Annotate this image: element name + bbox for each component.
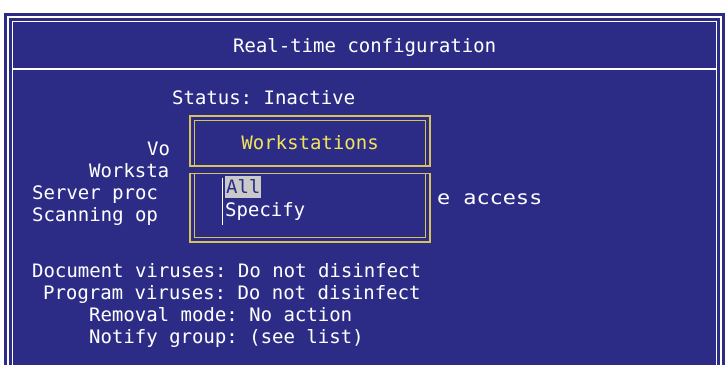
option-all[interactable]: All: [225, 176, 262, 198]
popup-title: Workstations: [241, 132, 379, 154]
option-specify[interactable]: Specify: [225, 199, 305, 221]
workstations-field[interactable]: Worksta: [89, 160, 169, 182]
removal-mode-field[interactable]: Removal mode: No action: [89, 304, 352, 326]
option-specify-label[interactable]: Specify: [225, 199, 305, 221]
dos-screen: Real-time configuration Status: Inactive…: [0, 0, 728, 369]
popup-list-cursor-bar: [222, 178, 223, 225]
workstations-popup: Workstations All Specify: [189, 115, 431, 243]
program-viruses-field[interactable]: Program viruses: Do not disinfect: [43, 282, 421, 304]
scanning-options-field[interactable]: Scanning op: [32, 204, 158, 226]
popup-title-separator: [189, 165, 431, 174]
window-title: Real-time configuration: [232, 35, 497, 57]
option-all-label[interactable]: All: [225, 176, 262, 198]
server-field-tail: e access: [437, 187, 543, 209]
document-viruses-field[interactable]: Document viruses: Do not disinfect: [32, 260, 421, 282]
title-separator: [12, 68, 717, 70]
server-field[interactable]: Server proc: [32, 182, 158, 204]
status-field[interactable]: Status: Inactive: [172, 87, 355, 109]
volumes-field[interactable]: Vo: [147, 138, 170, 160]
notify-group-field[interactable]: Notify group: (see list): [89, 326, 364, 348]
